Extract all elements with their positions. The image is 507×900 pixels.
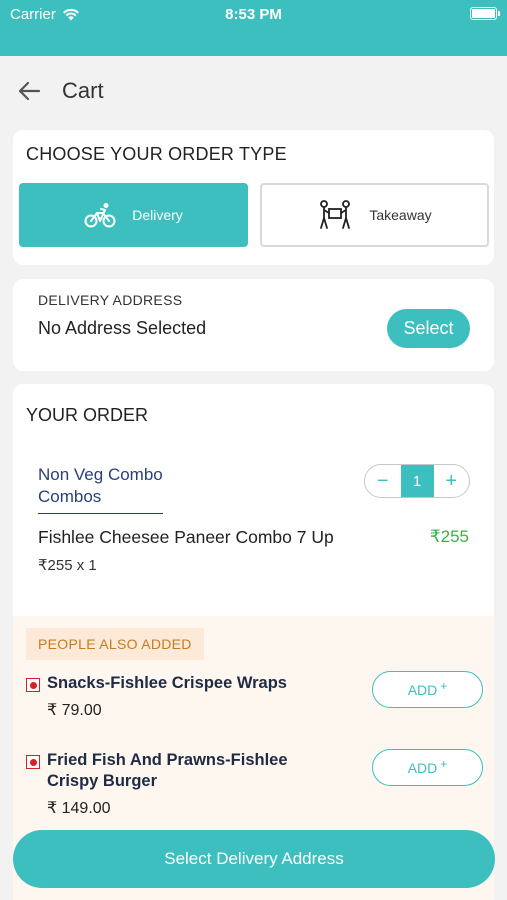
suggestion-item-name: Snacks-Fishlee Crispee Wraps — [47, 674, 287, 692]
nonveg-indicator-icon — [26, 678, 40, 692]
delivery-address-label: DELIVERY ADDRESS — [38, 292, 183, 308]
delivery-address-card: DELIVERY ADDRESS No Address Selected Sel… — [13, 279, 494, 371]
suggestion-item-name: Fried Fish And Prawns-Fishlee Crispy Bur… — [47, 751, 288, 790]
suggestion-item-price: ₹ 149.00 — [47, 800, 111, 817]
delivery-address-value: No Address Selected — [38, 318, 207, 338]
order-type-card: CHOOSE YOUR ORDER TYPE Delivery Takeaway — [13, 130, 494, 265]
select-address-button[interactable]: Select — [387, 309, 470, 348]
order-item-name: Fishlee Cheesee Paneer Combo 7 Up — [38, 527, 334, 547]
order-item-price: ₹255 — [429, 527, 469, 546]
delivery-option-label: Delivery — [132, 207, 183, 223]
people-also-added-badge: PEOPLE ALSO ADDED — [26, 628, 204, 660]
back-button[interactable] — [14, 76, 44, 106]
suggestion-item-price: ₹ 79.00 — [47, 702, 102, 719]
increase-quantity-button[interactable]: + — [434, 465, 470, 497]
quantity-value: 1 — [400, 465, 434, 497]
takeaway-people-icon — [320, 200, 351, 229]
takeaway-option-button[interactable]: Takeaway — [260, 183, 489, 247]
your-order-card: YOUR ORDER Non Veg Combo Combos − 1 + Fi… — [13, 384, 494, 900]
bicycle-icon — [84, 203, 116, 228]
quantity-stepper: − 1 + — [364, 464, 470, 498]
your-order-heading: YOUR ORDER — [26, 405, 149, 425]
clock: 8:53 PM — [225, 6, 282, 23]
back-arrow-icon — [18, 81, 41, 101]
add-button-label: ADD — [407, 759, 438, 776]
add-suggestion-button[interactable]: ADD + — [372, 671, 483, 708]
combo-category-link[interactable]: Non Veg Combo Combos — [38, 464, 163, 514]
nav-bar: Cart — [0, 56, 507, 126]
order-item-quantity-line: ₹255 x 1 — [38, 557, 97, 574]
takeaway-option-label: Takeaway — [369, 207, 432, 223]
page-title: Cart — [62, 78, 104, 103]
nonveg-indicator-icon — [26, 755, 40, 769]
add-button-label: ADD — [407, 681, 438, 698]
add-plus-icon: + — [440, 678, 448, 693]
add-plus-icon: + — [440, 756, 448, 771]
status-bar: Carrier 8:53 PM — [0, 0, 507, 56]
select-delivery-address-button[interactable]: Select Delivery Address — [13, 830, 495, 888]
decrease-quantity-button[interactable]: − — [365, 465, 401, 497]
delivery-option-button[interactable]: Delivery — [19, 183, 248, 247]
order-type-heading: CHOOSE YOUR ORDER TYPE — [26, 144, 287, 164]
battery-icon — [470, 7, 500, 20]
add-suggestion-button[interactable]: ADD + — [372, 749, 483, 786]
